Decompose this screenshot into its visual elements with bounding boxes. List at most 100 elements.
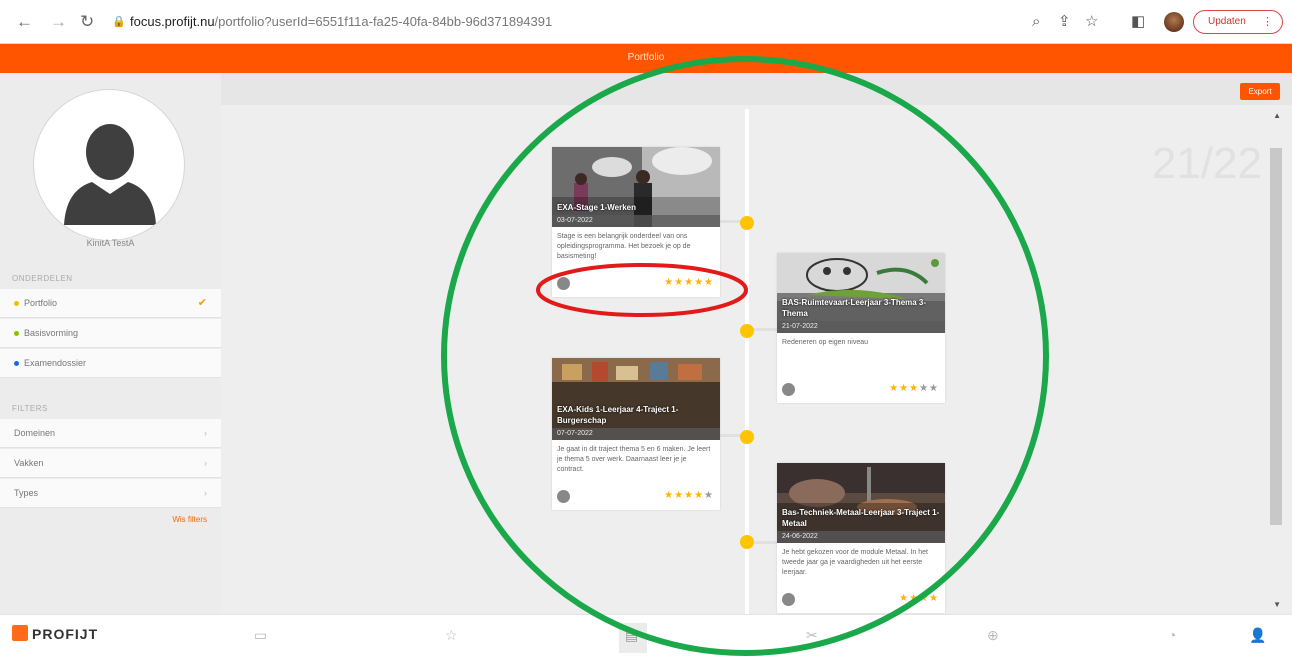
card-image: EXA-Kids 1-Leerjaar 4-Traject 1-Burgersc… [552, 358, 720, 440]
sidebar-item-label: Basisvorming [24, 328, 79, 338]
comment-icon[interactable] [782, 383, 795, 396]
inbox-icon[interactable]: ▭ [254, 627, 267, 644]
card-date: 03-07-2022 [552, 215, 720, 227]
sidebar-item-label: Portfolio [24, 298, 58, 308]
scroll-up-arrow-icon[interactable]: ▲ [1273, 111, 1281, 120]
card-image: EXA-Stage 1-Werken 03-07-2022 [552, 147, 720, 227]
address-bar[interactable]: 🔒 focus.profijt.nu/portfolio?userId=6551… [110, 9, 1010, 35]
update-button[interactable]: Updaten ⋮ [1193, 10, 1283, 34]
globe-icon[interactable]: ⊕ [987, 627, 999, 644]
dot-icon [14, 331, 19, 337]
check-icon: ✔ [197, 297, 207, 309]
card-title: BAS-Ruimtevaart-Leerjaar 3-Thema 3-Thema [782, 298, 927, 318]
card-footer: ★★★★★ [552, 271, 720, 297]
portfolio-card[interactable]: BAS-Ruimtevaart-Leerjaar 3-Thema 3-Thema… [777, 253, 945, 403]
user-silhouette-icon [64, 124, 156, 225]
card-footer: ★★★★★ [777, 377, 945, 403]
forward-arrow-icon[interactable]: → [50, 12, 67, 32]
clear-filters-link[interactable]: Wis filters [172, 515, 207, 524]
card-description: Redeneren op eigen niveau [782, 339, 869, 346]
logo-icon [12, 625, 28, 641]
share-icon[interactable]: ⇪ [1058, 12, 1071, 32]
portfolio-nav-icon[interactable]: ▤ [625, 627, 638, 644]
sidebar-item-examendossier[interactable]: Examendossier [0, 349, 221, 378]
filter-label: Types [14, 488, 39, 498]
update-label: Updaten [1208, 16, 1246, 27]
zoom-icon[interactable]: ⌕ [1032, 12, 1040, 32]
card-footer: ★★★★ [777, 587, 945, 613]
comment-icon[interactable] [557, 277, 570, 290]
profile-picture[interactable] [33, 89, 185, 241]
comment-icon[interactable] [557, 490, 570, 503]
filter-label: Domeinen [14, 428, 56, 438]
filter-domeinen[interactable]: Domeinen › [0, 419, 221, 448]
timeline-dot [740, 430, 754, 444]
timeline-dot [740, 324, 754, 338]
chevron-right-icon: › [204, 488, 207, 498]
scroll-down-arrow-icon[interactable]: ▼ [1273, 600, 1281, 609]
card-date: 21-07-2022 [777, 321, 945, 333]
portfolio-card[interactable]: Bas-Techniek-Metaal-Leerjaar 3-Traject 1… [777, 463, 945, 613]
bottom-navigation: PROFIJT ▭ ☆ ▤ ✂ ⊕ ◔ 👤 [0, 614, 1292, 656]
more-menu-icon: ⋮ [1262, 16, 1273, 28]
school-year-label: 21/22 [1151, 139, 1262, 188]
app-header: Portfolio [0, 44, 1292, 73]
brand-logo[interactable]: PROFIJT [12, 625, 98, 642]
user-icon[interactable]: 👤 [1249, 627, 1266, 644]
chevron-right-icon: › [204, 428, 207, 438]
bookmark-star-icon[interactable]: ☆ [1085, 12, 1098, 32]
dot-icon [14, 361, 19, 367]
card-description: Je gaat in dit traject thema 5 en 6 make… [557, 446, 711, 473]
card-title: EXA-Stage 1-Werken [557, 203, 636, 212]
page-title: Portfolio [627, 52, 665, 63]
portfolio-card[interactable]: EXA-Stage 1-Werken 03-07-2022 Stage is e… [552, 147, 720, 297]
card-description: Je hebt gekozen voor de module Metaal. I… [782, 549, 928, 576]
filter-vakken[interactable]: Vakken › [0, 449, 221, 478]
sidebar-item-portfolio[interactable]: Portfolio ✔ [0, 289, 221, 318]
sidebar-item-label: Examendossier [24, 358, 87, 368]
url-host: focus.profijt.nu [130, 14, 215, 29]
reload-icon[interactable]: ↻ [80, 12, 94, 32]
content-toolbar: Export [221, 73, 1292, 105]
help-icon[interactable]: ◔ [1168, 627, 1176, 643]
rating-stars: ★★★★★ [664, 277, 714, 288]
card-date: 07-07-2022 [552, 428, 720, 440]
rating-stars: ★★★★ [899, 593, 939, 604]
back-arrow-icon[interactable]: ← [16, 12, 33, 32]
url-path: /portfolio?userId=6551f11a-fa25-40fa-84b… [214, 14, 553, 29]
portfolio-card[interactable]: EXA-Kids 1-Leerjaar 4-Traject 1-Burgersc… [552, 358, 720, 510]
rating-stars: ★★★★★ [889, 383, 939, 394]
card-title: EXA-Kids 1-Leerjaar 4-Traject 1-Burgersc… [557, 405, 679, 425]
scrollbar-thumb[interactable] [1270, 148, 1282, 525]
dot-icon [14, 301, 19, 307]
card-date: 24-06-2022 [777, 531, 945, 543]
main-content: Export 21/22 ▲ ▼ EXA-Stage 1-Werken 03-0… [221, 73, 1292, 614]
filter-label: Vakken [14, 458, 44, 468]
chevron-right-icon: › [204, 458, 207, 468]
card-footer: ★★★★★ [552, 484, 720, 510]
card-description: Stage is een belangrijk onderdeel van on… [557, 233, 691, 260]
card-image: Bas-Techniek-Metaal-Leerjaar 3-Traject 1… [777, 463, 945, 543]
timeline-dot [740, 216, 754, 230]
section-label-onderdelen: ONDERDELEN [12, 274, 73, 283]
card-image: BAS-Ruimtevaart-Leerjaar 3-Thema 3-Thema… [777, 253, 945, 333]
tools-icon[interactable]: ✂ [806, 627, 818, 644]
timeline-connector [751, 541, 777, 544]
filter-types[interactable]: Types › [0, 479, 221, 508]
timeline-dot [740, 535, 754, 549]
sidebar: KinitA TestA ONDERDELEN Portfolio ✔ Basi… [0, 73, 221, 614]
section-label-filters: FILTERS [12, 404, 48, 413]
profile-avatar[interactable] [1164, 12, 1184, 32]
user-name: KinitA TestA [86, 238, 135, 248]
star-icon[interactable]: ☆ [445, 627, 458, 644]
rating-stars: ★★★★★ [664, 490, 714, 501]
browser-toolbar: ← → ↻ 🔒 focus.profijt.nu/portfolio?userI… [0, 0, 1292, 44]
export-button[interactable]: Export [1240, 83, 1280, 100]
sidebar-item-basisvorming[interactable]: Basisvorming [0, 319, 221, 348]
timeline-connector [751, 328, 777, 331]
lock-icon: 🔒 [112, 16, 126, 28]
side-panel-icon[interactable]: ◧ [1131, 12, 1145, 32]
brand-name: PROFIJT [32, 626, 99, 642]
comment-icon[interactable] [782, 593, 795, 606]
card-title: Bas-Techniek-Metaal-Leerjaar 3-Traject 1… [782, 508, 940, 528]
